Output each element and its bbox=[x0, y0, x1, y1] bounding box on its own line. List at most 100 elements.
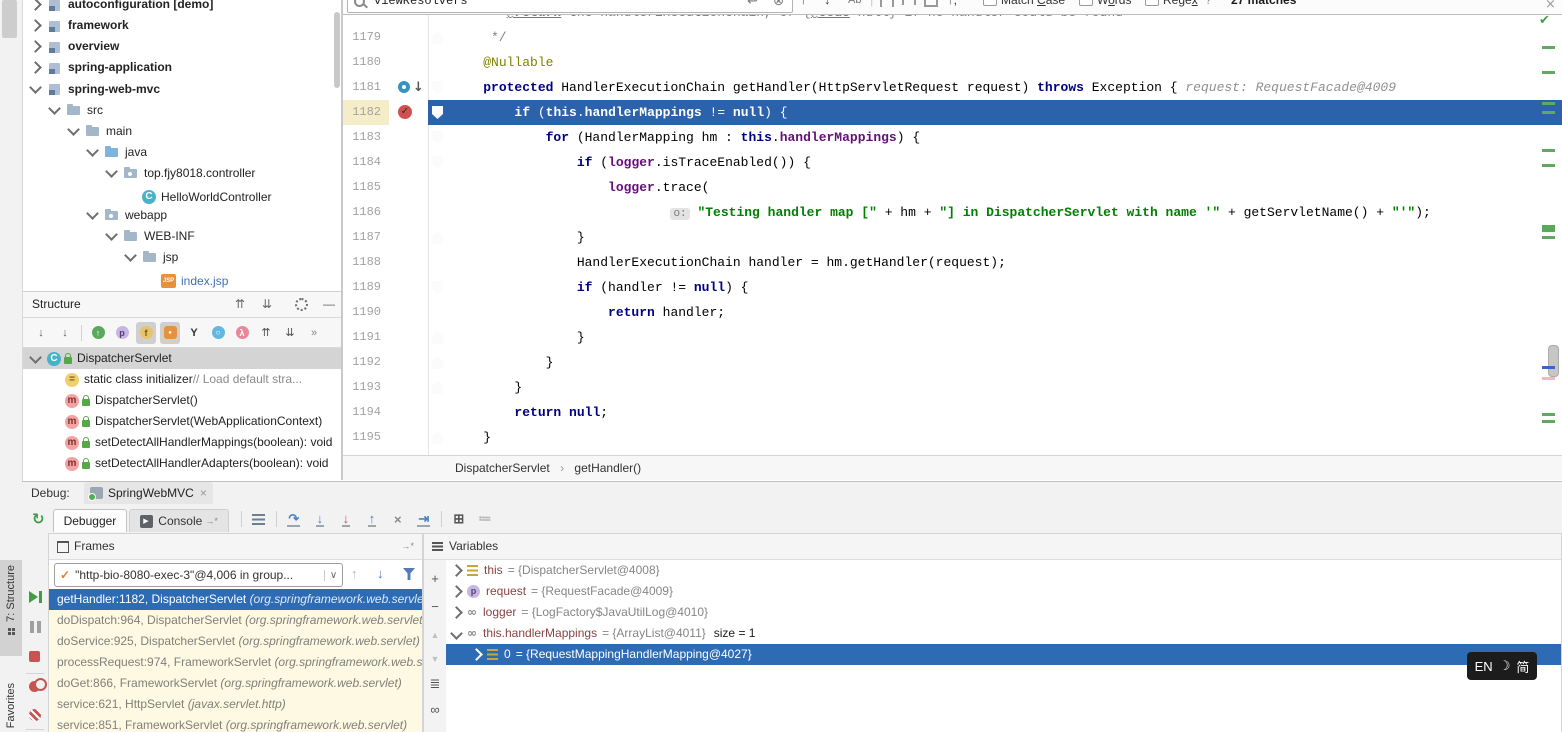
code-line[interactable]: 1190 return handler; bbox=[343, 300, 1562, 325]
chevron-down-icon[interactable] bbox=[67, 123, 80, 136]
chevron-down-icon[interactable] bbox=[450, 627, 463, 640]
view-breakpoints-icon[interactable] bbox=[29, 681, 40, 692]
step-over-icon[interactable]: ↷ bbox=[282, 508, 306, 530]
fold-marker-icon[interactable] bbox=[432, 81, 443, 94]
chevron-down-icon[interactable] bbox=[105, 165, 118, 178]
breakpoint-verified-icon[interactable]: ✓ bbox=[398, 105, 412, 119]
stack-frame-row[interactable]: doService:925, DispatcherServlet (org.sp… bbox=[49, 631, 422, 652]
structure-item[interactable]: mDispatcherServlet(WebApplicationContext… bbox=[23, 411, 341, 432]
structure-show-lambdas-icon[interactable]: λ bbox=[232, 322, 252, 344]
regex-label[interactable]: Regex bbox=[1163, 0, 1198, 11]
chevron-down-icon[interactable] bbox=[29, 351, 42, 364]
line-number[interactable]: 1188 bbox=[343, 250, 389, 275]
code-line[interactable]: 1183 for (HandlerMapping hm : this.handl… bbox=[343, 125, 1562, 150]
line-number[interactable]: 1185 bbox=[343, 175, 389, 200]
clear-icon[interactable]: ⊗ bbox=[773, 0, 784, 12]
code-line[interactable]: 1184 if (logger.isTraceEnabled()) { bbox=[343, 150, 1562, 175]
debug-session-tab[interactable]: SpringWebMVC × bbox=[84, 482, 213, 504]
fold-marker-icon[interactable] bbox=[432, 431, 443, 444]
code-line[interactable]: 1185 logger.trace( bbox=[343, 175, 1562, 200]
structure-expand-all-icon[interactable]: ⇈ bbox=[256, 322, 276, 344]
match-marker[interactable] bbox=[1542, 420, 1555, 423]
editor-scrollbar[interactable] bbox=[1548, 345, 1559, 377]
hide-panel-icon[interactable]: — bbox=[323, 292, 335, 317]
variable-row[interactable]: ∞logger= {LogFactory$JavaUtilLog@4010} bbox=[446, 602, 1561, 623]
project-tree-item[interactable]: spring-web-mvc bbox=[23, 78, 341, 99]
step-out-icon[interactable]: ↑ bbox=[360, 508, 384, 530]
variable-row[interactable]: 0= {RequestMappingHandlerMapping@4027} bbox=[446, 644, 1561, 665]
structure-show-non-public-icon[interactable]: ● bbox=[160, 322, 180, 344]
fold-marker-icon[interactable] bbox=[432, 331, 443, 344]
filter-icon[interactable]: Ab bbox=[848, 0, 861, 11]
chevron-down-icon[interactable] bbox=[124, 249, 137, 262]
project-tree-item[interactable]: framework bbox=[23, 15, 341, 36]
match-marker[interactable] bbox=[1542, 149, 1555, 152]
project-tree-item[interactable]: CHelloWorldController bbox=[23, 183, 341, 204]
code-line[interactable]: 1188 HandlerExecutionChain handler = hm.… bbox=[343, 250, 1562, 275]
match-marker[interactable] bbox=[1542, 46, 1555, 49]
variable-row[interactable]: prequest= {RequestFacade@4009} bbox=[446, 581, 1561, 602]
line-number[interactable]: 1189 bbox=[343, 275, 389, 300]
project-tree-item[interactable]: jsp bbox=[23, 246, 341, 267]
stripe-button-structure[interactable]: 7: Structure bbox=[0, 560, 22, 656]
words-label[interactable]: Words bbox=[1097, 0, 1131, 11]
code-line[interactable]: 1192 } bbox=[343, 350, 1562, 375]
line-number[interactable]: 1186 bbox=[343, 200, 389, 225]
variable-row[interactable]: ∞this.handlerMappings= {ArrayList@4011}s… bbox=[446, 623, 1561, 644]
line-number[interactable]: 1179 bbox=[343, 25, 389, 50]
line-number[interactable]: 1182 bbox=[343, 100, 389, 125]
code-line[interactable]: 1195 } bbox=[343, 425, 1562, 450]
chevron-right-icon[interactable] bbox=[450, 564, 463, 577]
code-line[interactable]: 1186 o: "Testing handler map [" + hm + "… bbox=[343, 200, 1562, 225]
thread-dropdown[interactable]: ✓ "http-bio-8080-exec-3"@4,006 in group.… bbox=[54, 563, 343, 587]
project-tree-item[interactable]: JSPindex.jsp bbox=[23, 267, 341, 288]
next-frame-icon[interactable]: ↓ bbox=[377, 566, 384, 581]
variable-row[interactable]: this= {DispatcherServlet@4008} bbox=[446, 560, 1561, 581]
stripe-button-favorites[interactable]: 2: Favorites bbox=[0, 678, 22, 732]
breakpoint-marker[interactable] bbox=[1542, 377, 1555, 380]
match-case-checkbox[interactable] bbox=[983, 0, 997, 6]
resume-icon[interactable] bbox=[29, 591, 42, 604]
fold-marker-icon[interactable] bbox=[432, 231, 443, 244]
project-tree-item[interactable]: top.fjy8018.controller bbox=[23, 162, 341, 183]
selection-only-icon[interactable] bbox=[880, 0, 894, 11]
chevron-right-icon[interactable] bbox=[470, 648, 483, 661]
step-into-icon[interactable]: ↓ bbox=[308, 508, 332, 530]
match-marker[interactable] bbox=[1542, 111, 1555, 114]
words-checkbox[interactable] bbox=[1079, 0, 1093, 6]
move-watch-up-icon[interactable]: ▲ bbox=[424, 628, 446, 642]
line-number[interactable]: 1192 bbox=[343, 350, 389, 375]
structure-more-icon[interactable]: » bbox=[304, 322, 324, 344]
add-watch-icon[interactable]: + bbox=[424, 572, 446, 586]
line-number[interactable]: 1195 bbox=[343, 425, 389, 450]
match-marker[interactable] bbox=[1542, 225, 1555, 232]
fold-marker-icon[interactable] bbox=[432, 281, 443, 294]
search-field[interactable]: ↩ ⊗ bbox=[347, 0, 793, 13]
run-to-cursor-icon[interactable]: ⇥ bbox=[412, 508, 436, 530]
show-watches-icon[interactable]: ∞ bbox=[424, 703, 446, 717]
structure-show-properties-icon[interactable]: p bbox=[112, 322, 132, 344]
project-tree-item[interactable]: src bbox=[23, 99, 341, 120]
project-tree-item[interactable]: java bbox=[23, 141, 341, 162]
drop-frame-icon[interactable]: × bbox=[386, 508, 410, 530]
code-line[interactable]: 1187 } bbox=[343, 225, 1562, 250]
close-session-icon[interactable]: × bbox=[200, 482, 207, 504]
panel-menu-icon[interactable] bbox=[432, 542, 443, 551]
ime-indicator[interactable]: EN ☽ 简 bbox=[1467, 652, 1537, 680]
rerun-icon[interactable]: ↻ bbox=[32, 512, 45, 527]
line-number[interactable]: 1180 bbox=[343, 50, 389, 75]
fold-marker-icon[interactable] bbox=[432, 131, 443, 144]
prev-occurrence-icon[interactable]: ↑ bbox=[800, 0, 807, 11]
line-number[interactable]: 1191 bbox=[343, 325, 389, 350]
code-line[interactable]: 1180 @Nullable bbox=[343, 50, 1562, 75]
structure-item[interactable]: mDispatcherServlet() bbox=[23, 390, 341, 411]
project-tree-item[interactable]: spring-application bbox=[23, 57, 341, 78]
breadcrumb-method[interactable]: getHandler() bbox=[574, 461, 641, 475]
caret-marker[interactable] bbox=[1542, 366, 1555, 369]
structure-item[interactable]: msetDetectAllHandlerMappings(boolean): v… bbox=[23, 432, 341, 453]
regex-help-icon[interactable]: ? bbox=[1205, 0, 1212, 11]
hide-frames-filter-icon[interactable] bbox=[403, 568, 415, 580]
line-number[interactable]: 1194 bbox=[343, 400, 389, 425]
code-line[interactable]: 1191 } bbox=[343, 325, 1562, 350]
next-occurrence-icon[interactable]: ↓ bbox=[824, 0, 831, 11]
